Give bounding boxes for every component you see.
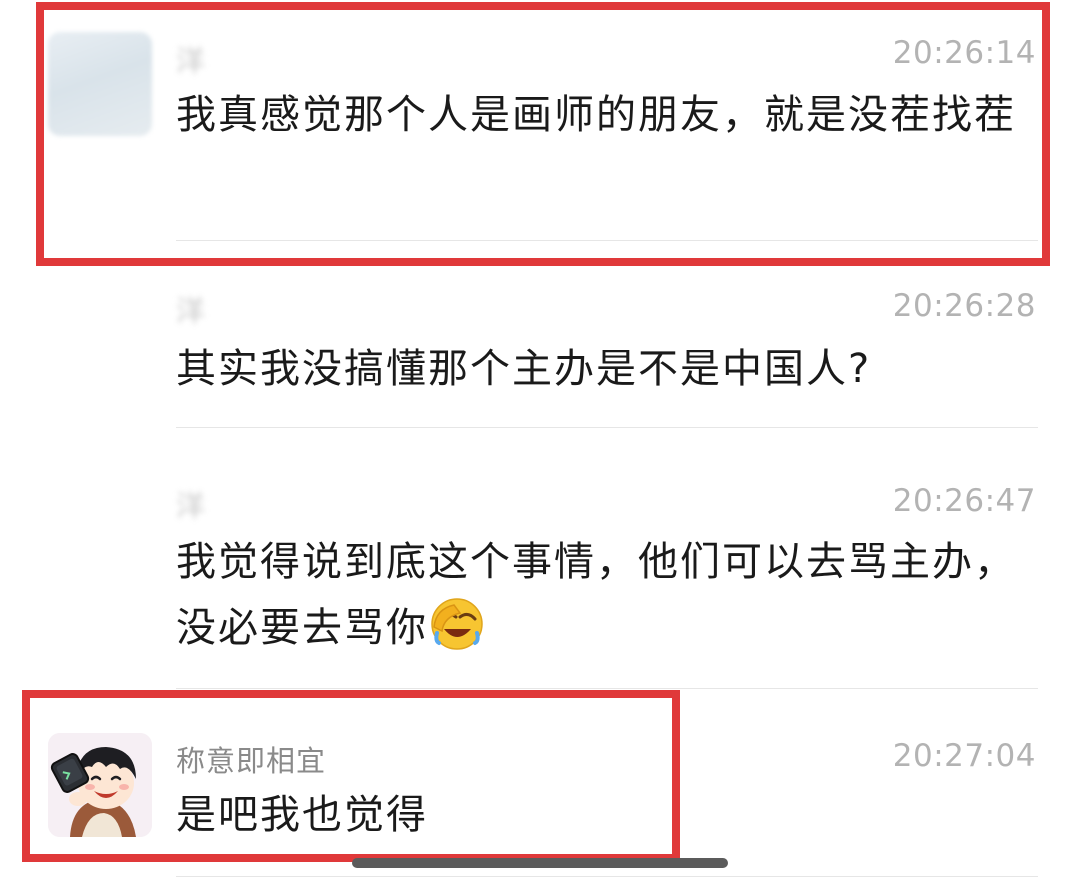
sender-name: 称意即相宜 (176, 744, 327, 778)
sender-name: 洋 (176, 44, 207, 78)
message-item[interactable]: 洋 20:26:28 其实我没搞懂那个主办是不是中国人? (0, 270, 1080, 430)
message-time: 20:26:28 (892, 288, 1036, 324)
message-text: 是吧我也觉得 (176, 792, 428, 838)
message-text: 其实我没搞懂那个主办是不是中国人? (176, 346, 872, 392)
sender-name: 洋 (176, 489, 207, 523)
message-time: 20:26:14 (892, 35, 1036, 71)
message-item[interactable]: 洋 20:26:14 我真感觉那个人是画师的朋友，就是没茬找茬 (0, 0, 1080, 245)
home-indicator[interactable] (352, 858, 728, 868)
avatar[interactable] (48, 32, 152, 136)
message-item[interactable]: 洋 20:26:47 我觉得说到底这个事情，他们可以去骂主办，没必要去骂你 (0, 465, 1080, 690)
sender-name: 洋 (176, 294, 207, 328)
avatar[interactable] (48, 733, 152, 837)
divider (176, 240, 1038, 241)
message-text: 我真感觉那个人是画师的朋友，就是没茬找茬 (176, 92, 1016, 138)
message-time: 20:27:04 (892, 738, 1036, 774)
message-time: 20:26:47 (892, 483, 1036, 519)
divider (176, 876, 1038, 877)
facepalm-laughing-emoji-icon (431, 598, 483, 650)
chat-history-page: 洋 20:26:14 我真感觉那个人是画师的朋友，就是没茬找茬 洋 20:26:… (0, 0, 1080, 887)
anime-character-avatar-icon (48, 733, 152, 837)
message-text-content: 我觉得说到底这个事情，他们可以去骂主办，没必要去骂你 (176, 539, 1016, 651)
message-text: 我觉得说到底这个事情，他们可以去骂主办，没必要去骂你 (176, 529, 1016, 661)
divider (176, 427, 1038, 428)
divider (176, 688, 1038, 689)
